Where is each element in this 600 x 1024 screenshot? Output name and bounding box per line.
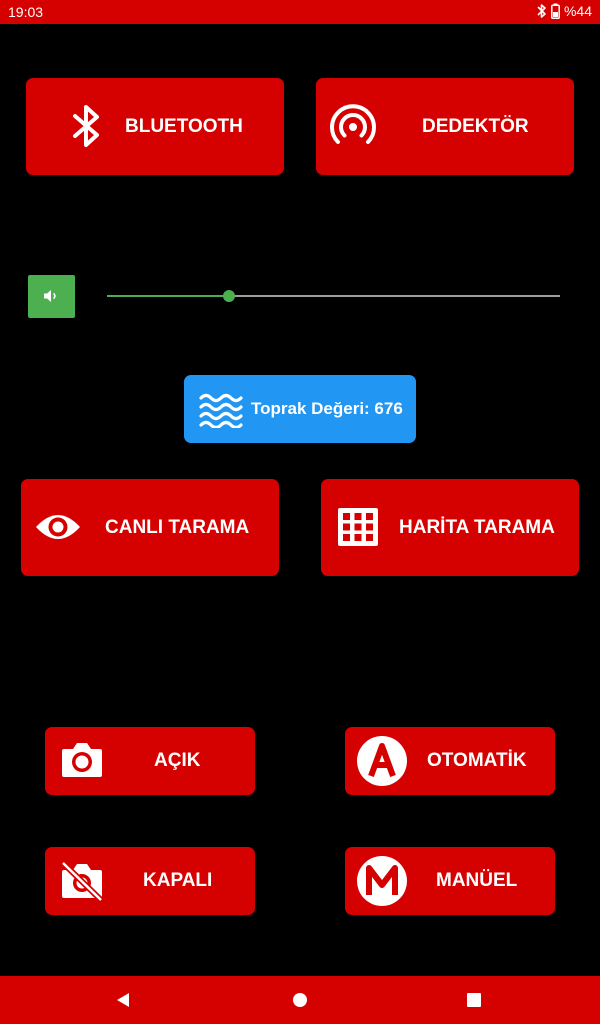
live-scan-button[interactable]: CANLI TARAMA (21, 479, 279, 576)
back-icon[interactable] (99, 976, 147, 1024)
battery-percent: %44 (563, 3, 592, 19)
manual-label: MANÜEL (436, 870, 518, 891)
status-time: 19:03 (8, 4, 44, 20)
letter-a-icon (356, 735, 408, 792)
status-bar: 19:03 %44 (0, 0, 600, 24)
volume-slider-thumb[interactable] (223, 290, 236, 302)
camera-on-button[interactable]: AÇIK (45, 727, 255, 795)
automatic-label: OTOMATİK (427, 750, 527, 771)
grid-icon (336, 506, 380, 553)
live-scan-label: CANLI TARAMA (105, 516, 250, 538)
battery-icon (551, 3, 560, 19)
home-icon[interactable] (276, 976, 324, 1024)
bluetooth-label: BLUETOOTH (125, 115, 243, 137)
detector-label: DEDEKTÖR (422, 115, 529, 137)
camera-off-label: KAPALI (143, 870, 213, 891)
camera-on-label: AÇIK (154, 750, 201, 771)
letter-m-icon (356, 855, 408, 912)
map-scan-button[interactable]: HARİTA TARAMA (321, 479, 579, 576)
volume-button[interactable] (28, 275, 75, 318)
app-screen: 19:03 %44 BLUETOOTH DEDEKTÖR Toprak Değe… (0, 0, 600, 1024)
bluetooth-icon (71, 104, 103, 153)
navigation-bar (0, 976, 600, 1024)
waves-icon (199, 390, 243, 433)
bluetooth-icon (537, 3, 547, 19)
eye-icon (34, 509, 82, 550)
camera-off-icon (60, 860, 104, 907)
map-scan-label: HARİTA TARAMA (399, 516, 555, 538)
status-icons: %44 (537, 3, 592, 19)
bluetooth-button[interactable]: BLUETOOTH (26, 78, 284, 175)
signal-icon (330, 104, 376, 155)
manual-button[interactable]: MANÜEL (345, 847, 555, 915)
automatic-button[interactable]: OTOMATİK (345, 727, 555, 795)
volume-icon (43, 289, 59, 308)
soil-value-button[interactable]: Toprak Değeri: 676 (184, 375, 416, 443)
camera-off-button[interactable]: KAPALI (45, 847, 255, 915)
camera-icon (60, 741, 104, 784)
soil-value-label: Toprak Değeri: 676 (251, 399, 403, 418)
volume-slider-fill (107, 295, 230, 297)
recents-icon[interactable] (450, 976, 498, 1024)
detector-button[interactable]: DEDEKTÖR (316, 78, 574, 175)
